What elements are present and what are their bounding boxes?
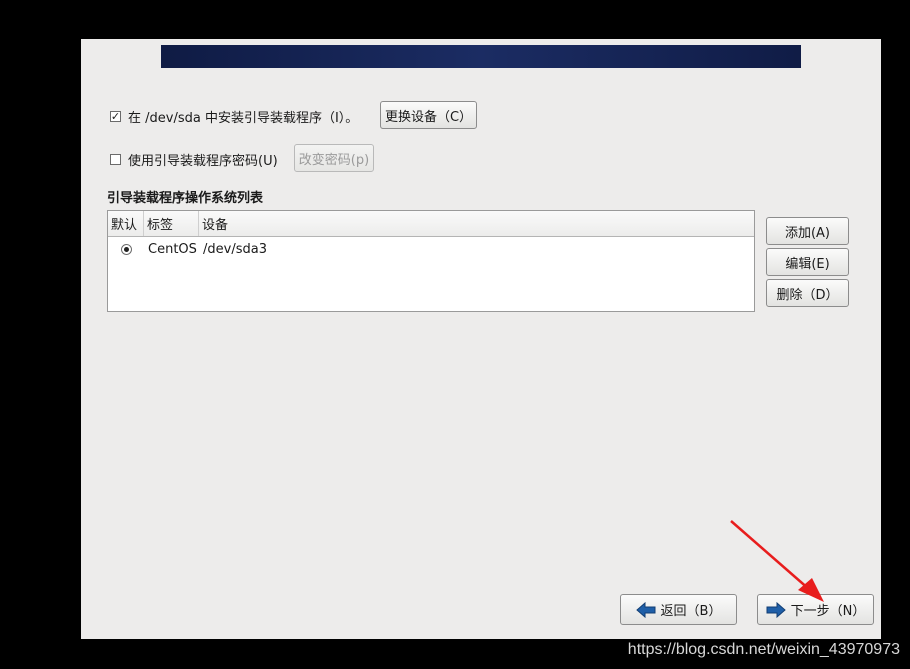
header-banner [161,45,801,68]
arrow-right-icon [766,601,786,618]
os-label-cell: CentOS [148,241,197,257]
edit-button[interactable]: 编辑(E) [766,248,849,276]
os-list-header: 默认 标签 设备 [108,211,754,237]
os-device-cell: /dev/sda3 [203,241,267,257]
bootloader-password-checkbox[interactable] [110,154,121,165]
os-list-title: 引导装载程序操作系统列表 [107,191,264,206]
add-button[interactable]: 添加(A) [766,217,849,245]
default-os-radio[interactable] [120,243,132,255]
next-button-label: 下一步（N） [790,604,866,619]
arrow-left-icon [635,601,656,618]
os-list: 默认 标签 设备 CentOS /dev/sda3 [107,210,755,312]
back-button[interactable]: 返回（B） [620,594,737,625]
install-bootloader-checkbox[interactable]: ✓ [110,111,121,122]
bootloader-password-label: 使用引导装载程序密码(U) [128,154,278,169]
install-bootloader-row[interactable]: ✓ 在 /dev/sda 中安装引导装载程序（I）。 [110,107,358,126]
change-password-button: 改变密码(p) [294,144,374,172]
watermark: https://blog.csdn.net/weixin_43970973 [627,641,900,658]
installer-panel: ✓ 在 /dev/sda 中安装引导装载程序（I）。 更换设备（C） 使用引导装… [81,39,881,639]
install-bootloader-label: 在 /dev/sda 中安装引导装载程序（I）。 [128,111,359,126]
table-row[interactable]: CentOS /dev/sda3 [108,237,754,261]
delete-button[interactable]: 删除（D） [766,279,849,307]
change-device-button[interactable]: 更换设备（C） [380,101,477,129]
bootloader-password-row[interactable]: 使用引导装载程序密码(U) [110,150,278,169]
column-header-label[interactable]: 标签 [144,211,199,236]
next-button[interactable]: 下一步（N） [757,594,874,625]
back-button-label: 返回（B） [660,604,722,619]
column-header-device[interactable]: 设备 [199,211,754,236]
column-header-default[interactable]: 默认 [108,211,144,236]
